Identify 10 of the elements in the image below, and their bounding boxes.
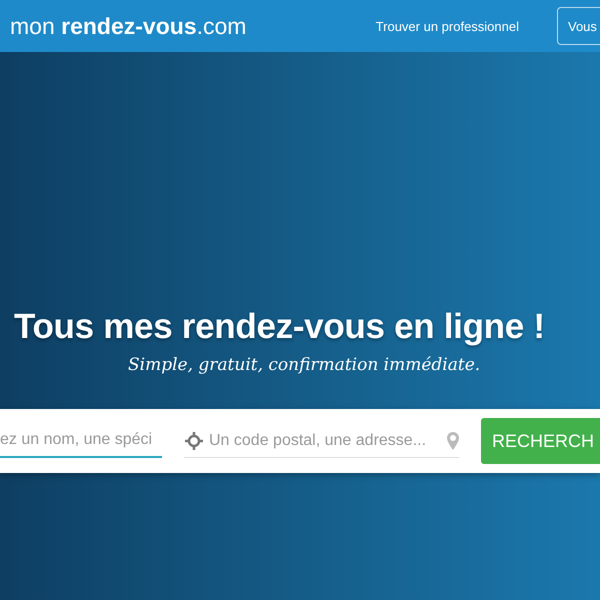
site-logo[interactable]: mon rendez-vous.com	[10, 12, 376, 40]
search-button[interactable]: RECHERCH	[480, 418, 600, 464]
hero-title: Tous mes rendez-vous en ligne !	[13, 307, 546, 347]
location-field[interactable]: Un code postal, une adresse...	[184, 424, 459, 458]
search-field[interactable]: ez un nom, une spéci	[0, 424, 162, 458]
map-pin-icon	[446, 432, 459, 450]
hero-subtitle: Simple, gratuit, confirmation immédiate.	[127, 355, 482, 375]
crosshair-icon	[184, 430, 204, 450]
nav-link[interactable]: Trouver un professionnel	[376, 18, 519, 34]
account-button[interactable]: Vous	[557, 7, 600, 45]
